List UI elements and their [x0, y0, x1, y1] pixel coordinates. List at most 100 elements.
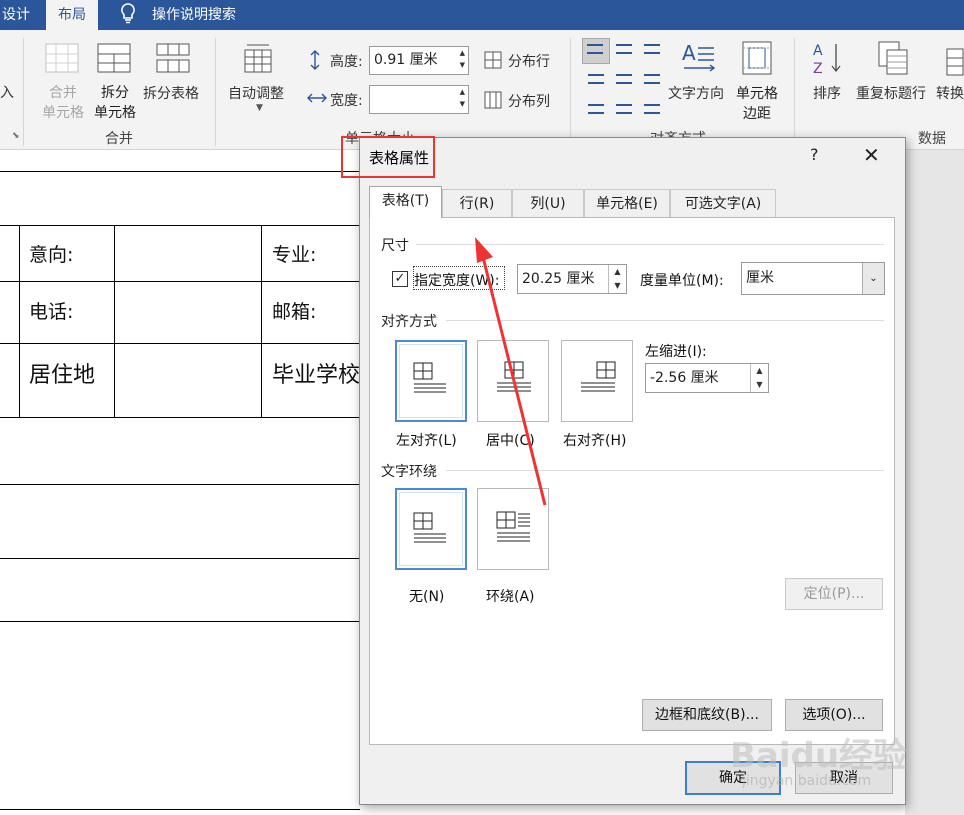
indent-spinner[interactable]: ▲ ▼ [750, 364, 768, 392]
height-label: 高度: [330, 54, 363, 70]
indent-label: 左缩进(I): [645, 344, 707, 360]
table-cell[interactable]: 意向: [29, 240, 73, 267]
positioning-button[interactable]: 定位(P)... [785, 578, 883, 610]
sort-button[interactable]: 排序 [813, 83, 841, 103]
align-right-label: 右对齐(H) [563, 433, 627, 449]
split-table-button[interactable]: 拆分表格 [143, 83, 199, 103]
align-left-label: 左对齐(L) [396, 433, 457, 449]
split-cells-button[interactable]: 拆分 单元格 [92, 82, 138, 122]
cell-margins-icon [741, 40, 773, 80]
ribbon-separator [570, 38, 571, 146]
align-top-center-icon[interactable] [616, 44, 632, 54]
options-button[interactable]: 选项(O)... [785, 699, 883, 731]
indent-value: -2.56 厘米 [650, 370, 719, 386]
help-button[interactable]: ? [810, 145, 819, 164]
align-lines [587, 44, 603, 54]
table-border [261, 225, 262, 418]
svg-text:A: A [682, 41, 696, 65]
merge-cells-icon [44, 42, 80, 78]
ribbon-cut-label: 入 [0, 85, 14, 101]
close-icon[interactable]: ✕ [863, 143, 880, 167]
chevron-down-icon: ▼ [256, 103, 263, 113]
measure-in-select[interactable]: 厘米 ⌄ [741, 262, 885, 295]
indent-input[interactable]: -2.56 厘米 ▲ ▼ [645, 363, 769, 393]
document-margin [905, 150, 964, 815]
tell-me-search[interactable]: 操作说明搜索 [152, 0, 236, 30]
table-border [0, 281, 360, 282]
convert-icon [946, 48, 964, 80]
table-cell[interactable]: 专业: [272, 240, 316, 267]
table-border [0, 171, 360, 172]
svg-text:Z: Z [813, 61, 823, 76]
repeat-header-rows-button[interactable]: 重复标题行 [856, 83, 926, 103]
align-middle-right-icon[interactable] [644, 74, 660, 84]
height-value: 0.91 厘米 [374, 52, 438, 68]
watermark-url: jingyan.baidu.com [742, 773, 872, 789]
align-bottom-center-icon[interactable] [616, 104, 632, 114]
ribbon-tab-bar: 设计 布局 操作说明搜索 [0, 0, 964, 30]
table-border [0, 484, 360, 485]
chevron-down-icon[interactable]: ⌄ [862, 263, 884, 294]
preferred-width-spinner[interactable]: ▲ ▼ [608, 265, 626, 293]
tab-design[interactable]: 设计 [0, 0, 44, 30]
dialog-launcher-icon[interactable]: ⬊ [12, 131, 20, 141]
table-border [0, 343, 360, 344]
table-border [0, 225, 360, 226]
ribbon-separator [794, 38, 795, 146]
wrap-none-icon [413, 512, 446, 543]
borders-and-shading-button[interactable]: 边框和底纹(B)... [642, 699, 772, 731]
merge-cells-button[interactable]: 合并 单元格 [40, 82, 86, 122]
merge-group-label: 合并 [105, 131, 133, 147]
height-input[interactable]: 0.91 厘米 ▲ ▼ [369, 46, 469, 75]
autofit-button[interactable]: 自动调整 [228, 83, 284, 103]
data-group-label: 数据 [918, 131, 946, 147]
width-spinner[interactable]: ▲ ▼ [460, 86, 465, 110]
text-direction-button[interactable]: 文字方向 [668, 83, 724, 103]
align-right-option[interactable] [561, 340, 633, 422]
distribute-rows-icon [484, 51, 502, 73]
align-bottom-left-icon[interactable] [588, 104, 604, 114]
height-spinner[interactable]: ▲ ▼ [460, 47, 465, 71]
distribute-rows-button[interactable]: 分布行 [508, 51, 550, 71]
align-middle-center-icon[interactable] [616, 74, 632, 84]
ribbon: 入 合并 单元格 拆分 单元格 拆分表格 合并 ⬊ 自动调整 ▼ 高度: 0.9… [0, 30, 964, 150]
measure-in-label: 度量单位(M): [640, 273, 724, 289]
convert-button[interactable]: 转换 [936, 83, 964, 103]
table-cell[interactable]: 居住地 [29, 357, 95, 389]
cell-margins-button[interactable]: 单元格 边距 [733, 83, 781, 123]
table-cell[interactable]: 电话: [29, 297, 73, 324]
tab-column[interactable]: 列(U) [512, 189, 584, 217]
tab-cell[interactable]: 单元格(E) [584, 189, 670, 217]
table-tab-panel: 尺寸 ✓ 指定宽度(W): 20.25 厘米 ▲ ▼ 度量单位(M): 厘米 ⌄ … [369, 217, 895, 745]
preferred-width-checkbox[interactable]: ✓ [392, 271, 408, 287]
table-cell[interactable]: 邮箱: [272, 297, 316, 324]
align-right-icon [581, 361, 616, 392]
tab-row[interactable]: 行(R) [442, 189, 512, 217]
alignment-section-title: 对齐方式 [381, 314, 437, 330]
align-bottom-right-icon[interactable] [644, 104, 660, 114]
wrap-none-label: 无(N) [409, 589, 445, 605]
title-highlight-box [341, 136, 435, 178]
table-border [0, 417, 360, 418]
repeat-header-rows-icon [877, 40, 911, 80]
sort-icon: AZ [812, 40, 844, 80]
table-border [114, 225, 115, 418]
ribbon-separator [23, 38, 24, 146]
text-direction-icon: A [680, 40, 718, 78]
tab-layout[interactable]: 布局 [46, 0, 98, 30]
align-top-right-icon[interactable] [644, 44, 660, 54]
align-middle-left-icon[interactable] [588, 74, 604, 84]
autofit-icon [243, 42, 273, 78]
table-border [0, 621, 360, 622]
align-left-icon [413, 362, 446, 393]
table-properties-dialog: 表格属性 ? ✕ 表格(T) 行(R) 列(U) 单元格(E) 可选文字(A) … [359, 137, 906, 805]
column-width-icon [306, 89, 328, 111]
tab-alt-text[interactable]: 可选文字(A) [670, 189, 776, 217]
distribute-columns-button[interactable]: 分布列 [508, 91, 550, 111]
row-height-icon [306, 49, 324, 75]
watermark-logo: Baidu经验 [730, 736, 908, 776]
wrap-around-label: 环绕(A) [486, 589, 535, 605]
tab-table[interactable]: 表格(T) [369, 186, 442, 218]
width-input[interactable]: ▲ ▼ [369, 85, 469, 114]
table-cell[interactable]: 毕业学校 [272, 357, 360, 389]
